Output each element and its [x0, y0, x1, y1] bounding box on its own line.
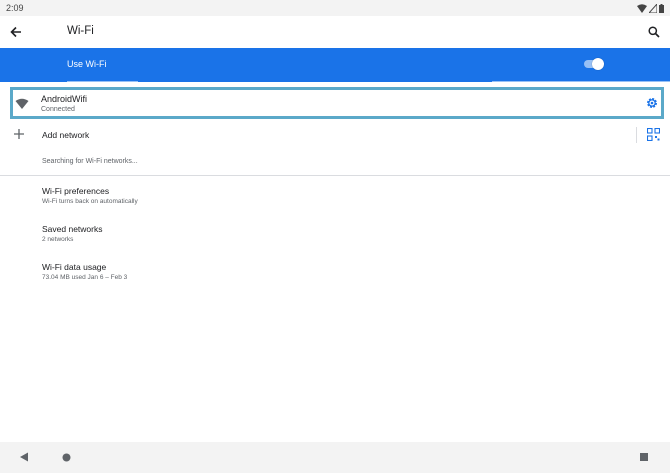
add-network-label: Add network: [42, 130, 90, 140]
app-bar: Wi-Fi: [0, 16, 670, 48]
page-title: Wi-Fi: [67, 25, 94, 37]
pref-title: Wi-Fi preferences: [42, 186, 110, 196]
network-row-androidwifi[interactable]: AndroidWifi Connected: [10, 87, 664, 119]
nav-home-icon[interactable]: [62, 453, 71, 462]
nav-back-icon[interactable]: [19, 452, 29, 462]
searching-text: Searching for Wi-Fi networks...: [42, 158, 138, 165]
use-wifi-toggle[interactable]: [582, 57, 604, 71]
divider: [0, 175, 670, 176]
search-icon: [648, 26, 660, 38]
status-time: 2:09: [6, 3, 24, 13]
back-arrow-icon: [10, 26, 21, 38]
divider: [636, 127, 637, 143]
network-status: Connected: [41, 106, 75, 113]
wifi-preferences-item[interactable]: Wi-Fi preferences Wi-Fi turns back on au…: [0, 182, 670, 212]
pref-title: Saved networks: [42, 224, 103, 234]
pref-subtitle: 73.04 MB used Jan 6 – Feb 3: [42, 274, 128, 281]
status-bar: 2:09: [0, 0, 670, 16]
divider: [67, 81, 138, 82]
battery-icon: [659, 3, 664, 13]
plus-icon: [14, 129, 24, 139]
divider: [492, 81, 670, 82]
wifi-data-usage-item[interactable]: Wi-Fi data usage 73.04 MB used Jan 6 – F…: [0, 258, 670, 288]
pref-subtitle: Wi-Fi turns back on automatically: [42, 198, 138, 205]
nav-recents-icon[interactable]: [640, 453, 648, 461]
signal-icon: [649, 3, 657, 13]
back-button[interactable]: [6, 22, 26, 42]
search-button[interactable]: [644, 22, 664, 42]
qr-code-icon[interactable]: [647, 128, 660, 141]
toggle-thumb: [592, 58, 604, 70]
add-network-row[interactable]: Add network: [0, 124, 670, 146]
wifi-status-icon: [637, 3, 647, 13]
gear-icon[interactable]: [645, 96, 659, 110]
wifi-icon: [15, 98, 29, 109]
pref-title: Wi-Fi data usage: [42, 262, 107, 272]
network-name: AndroidWifi: [41, 94, 88, 104]
navigation-bar: [0, 442, 670, 473]
use-wifi-label: Use Wi-Fi: [67, 59, 107, 69]
pref-subtitle: 2 networks: [42, 236, 74, 243]
saved-networks-item[interactable]: Saved networks 2 networks: [0, 220, 670, 250]
status-icons: [637, 2, 664, 14]
use-wifi-bar[interactable]: Use Wi-Fi: [0, 48, 670, 82]
